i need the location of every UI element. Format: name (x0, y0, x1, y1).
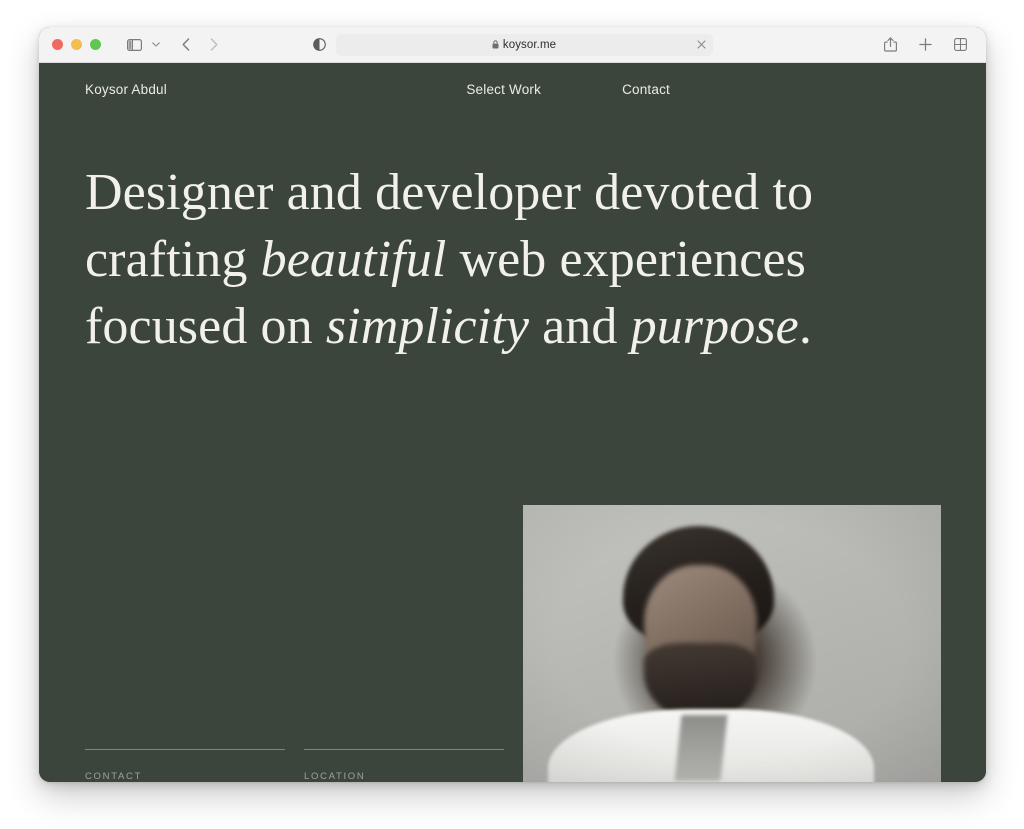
nav-item-select-work[interactable]: Select Work (466, 82, 541, 97)
minimize-window-button[interactable] (71, 39, 82, 50)
webpage-content: Koysor Abdul Select Work Contact Designe… (39, 63, 986, 782)
headline-emphasis-simplicity: simplicity (326, 298, 529, 355)
share-icon[interactable] (877, 33, 903, 57)
toolbar-actions (877, 33, 973, 57)
forward-icon[interactable] (201, 33, 227, 57)
address-bar-content: koysor.me (492, 39, 556, 51)
portrait-image (523, 505, 941, 782)
tab-overview-icon[interactable] (947, 33, 973, 57)
footer-column-location: Location (304, 749, 504, 782)
address-bar[interactable]: koysor.me (336, 34, 713, 56)
portrait-photo (523, 505, 941, 782)
headline-line-3a: focused on (85, 298, 326, 355)
headline-line-3b: and (529, 298, 631, 355)
divider (85, 749, 285, 750)
back-icon[interactable] (173, 33, 199, 57)
divider (304, 749, 504, 750)
toolbar-nav-group (121, 33, 227, 57)
browser-window: koysor.me (39, 27, 986, 782)
appearance-icon[interactable] (313, 38, 326, 51)
url-text: koysor.me (503, 39, 556, 51)
headline-period: . (799, 298, 812, 355)
hero-headline: Designer and developer devoted to crafti… (85, 159, 845, 360)
site-nav-links: Select Work Contact (466, 82, 940, 97)
nav-item-contact[interactable]: Contact (622, 82, 670, 97)
portrait-vignette (523, 505, 941, 782)
sidebar-toggle-icon[interactable] (121, 33, 147, 57)
chevron-down-icon[interactable] (149, 33, 163, 57)
footer-label-location: Location (304, 771, 504, 782)
site-brand[interactable]: Koysor Abdul (85, 82, 167, 97)
close-icon[interactable] (697, 40, 706, 49)
headline-line-1: Designer and developer devoted to (85, 164, 813, 221)
new-tab-icon[interactable] (912, 33, 938, 57)
site-header: Koysor Abdul Select Work Contact (39, 63, 986, 97)
footer-column-contact: Contact (85, 749, 285, 782)
headline-emphasis-purpose: purpose (631, 298, 799, 355)
maximize-window-button[interactable] (90, 39, 101, 50)
close-window-button[interactable] (52, 39, 63, 50)
lock-icon (492, 40, 499, 49)
browser-toolbar: koysor.me (39, 27, 986, 63)
headline-line-2b: web experiences (446, 231, 806, 288)
headline-line-2a: crafting (85, 231, 261, 288)
window-controls (52, 39, 101, 50)
headline-emphasis-beautiful: beautiful (261, 231, 447, 288)
site-footer: Contact Location (85, 749, 940, 782)
footer-label-contact: Contact (85, 771, 285, 782)
hero-section: Designer and developer devoted to crafti… (39, 97, 986, 360)
